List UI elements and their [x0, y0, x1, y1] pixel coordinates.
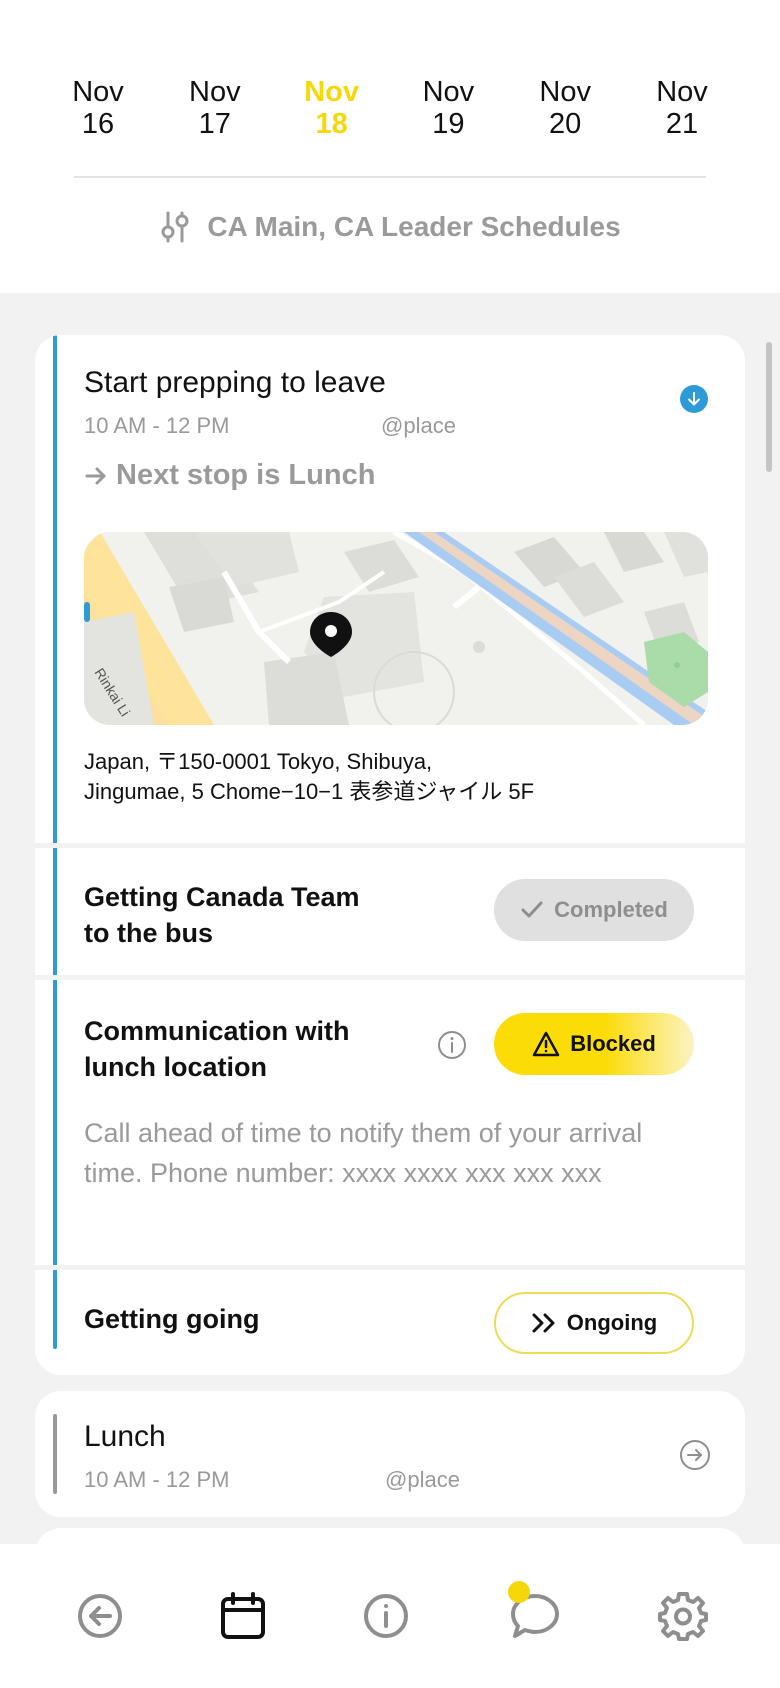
date-day: 16	[81, 108, 115, 140]
calendar-icon	[221, 1592, 265, 1639]
date-nov-16[interactable]: Nov 16	[40, 76, 156, 140]
event-time: 10 AM - 12 PM	[84, 1467, 230, 1492]
address-line-2: Jingumae, 5 Chome−10−1 表参道ジャイル 5F	[84, 779, 535, 804]
bottom-nav	[0, 1544, 780, 1688]
date-month: Nov	[304, 76, 359, 108]
collapse-button[interactable]	[680, 385, 708, 413]
info-icon[interactable]	[437, 1030, 467, 1065]
event-time: 10 AM - 12 PM	[84, 413, 230, 438]
nav-calendar-button[interactable]	[215, 1588, 271, 1644]
status-label: Completed	[554, 897, 668, 922]
date-month: Nov	[189, 76, 241, 108]
event-accent-bar	[53, 335, 57, 1349]
date-day: 18	[315, 108, 348, 140]
event-card-current: Start prepping to leave 10 AM - 12 PM @p…	[35, 335, 745, 1375]
date-month: Nov	[656, 76, 708, 108]
task-title: Getting going	[84, 1301, 259, 1337]
event-accent-bar	[53, 1414, 57, 1494]
date-nov-18-selected[interactable]: Nov 18	[274, 76, 390, 140]
date-nov-20[interactable]: Nov 20	[507, 76, 623, 140]
date-day: 20	[549, 108, 582, 140]
task-title-line: to the bus	[84, 918, 213, 948]
event-title: Start prepping to leave	[84, 366, 386, 399]
date-month: Nov	[422, 76, 475, 108]
event-place: @place	[381, 413, 456, 438]
schedule-filter-button[interactable]: CA Main, CA Leader Schedules	[0, 210, 780, 244]
date-nov-21[interactable]: Nov 21	[624, 76, 740, 140]
task-title: Communication with lunch location	[84, 1013, 350, 1085]
divider	[35, 1265, 745, 1270]
date-day: 17	[198, 108, 231, 140]
info-circle-icon	[364, 1594, 408, 1638]
next-stop-label: Next stop is Lunch	[116, 459, 376, 491]
task-title: Getting Canada Team to the bus	[84, 879, 360, 951]
next-stop: Next stop is Lunch	[84, 459, 375, 492]
date-header: Nov 16 Nov 17 Nov 18 Nov 19 Nov 20 Nov 2…	[0, 0, 780, 293]
date-nov-19[interactable]: Nov 19	[390, 76, 506, 140]
event-address: Japan, 〒150-0001 Tokyo, Shibuya, Jinguma…	[84, 747, 534, 807]
status-badge-blocked[interactable]: Blocked	[494, 1013, 694, 1075]
event-place: @place	[385, 1467, 460, 1492]
settings-icon	[658, 1592, 708, 1641]
event-card-next[interactable]: Lunch 10 AM - 12 PM @place	[35, 1391, 745, 1517]
date-day: 21	[665, 108, 699, 140]
check-icon	[521, 901, 543, 918]
status-label: Blocked	[570, 1031, 656, 1056]
location-map[interactable]: Rinkai Li	[84, 532, 708, 725]
date-month: Nov	[72, 76, 124, 108]
warning-icon	[532, 1031, 560, 1057]
scrollbar[interactable]	[766, 342, 772, 472]
address-line-1: Japan, 〒150-0001 Tokyo, Shibuya,	[84, 749, 433, 774]
status-badge-ongoing[interactable]: Ongoing	[494, 1292, 694, 1354]
nav-back-button[interactable]	[72, 1588, 128, 1644]
arrow-down-icon	[688, 392, 700, 406]
task-title-line: Getting going	[84, 1304, 260, 1334]
divider	[35, 975, 745, 980]
task-title-line: Communication with	[84, 1016, 350, 1046]
date-month: Nov	[539, 76, 591, 108]
date-nov-17[interactable]: Nov 17	[157, 76, 273, 140]
back-circle-icon	[78, 1594, 122, 1638]
nav-info-button[interactable]	[358, 1588, 414, 1644]
sliders-icon	[159, 210, 191, 244]
nav-settings-button[interactable]	[655, 1588, 711, 1644]
schedule-filter-label: CA Main, CA Leader Schedules	[207, 211, 621, 242]
status-label: Ongoing	[566, 1310, 658, 1335]
arrow-right-circle-icon	[680, 1440, 710, 1470]
goto-event-button[interactable]	[679, 1439, 711, 1476]
date-divider	[74, 176, 706, 178]
task-title-line: Getting Canada Team	[84, 882, 360, 912]
event-title: Lunch	[84, 1420, 166, 1453]
task-title-line: lunch location	[84, 1052, 268, 1082]
status-badge-completed[interactable]: Completed	[494, 879, 694, 941]
double-chevron-right-icon	[532, 1313, 555, 1333]
task-description: Call ahead of time to notify them of you…	[84, 1118, 643, 1188]
date-selector: Nov 16 Nov 17 Nov 18 Nov 19 Nov 20 Nov 2…	[40, 76, 740, 140]
notification-dot	[508, 1581, 530, 1603]
date-day: 19	[432, 108, 465, 140]
arrow-right-icon	[85, 467, 106, 484]
divider	[35, 843, 745, 848]
